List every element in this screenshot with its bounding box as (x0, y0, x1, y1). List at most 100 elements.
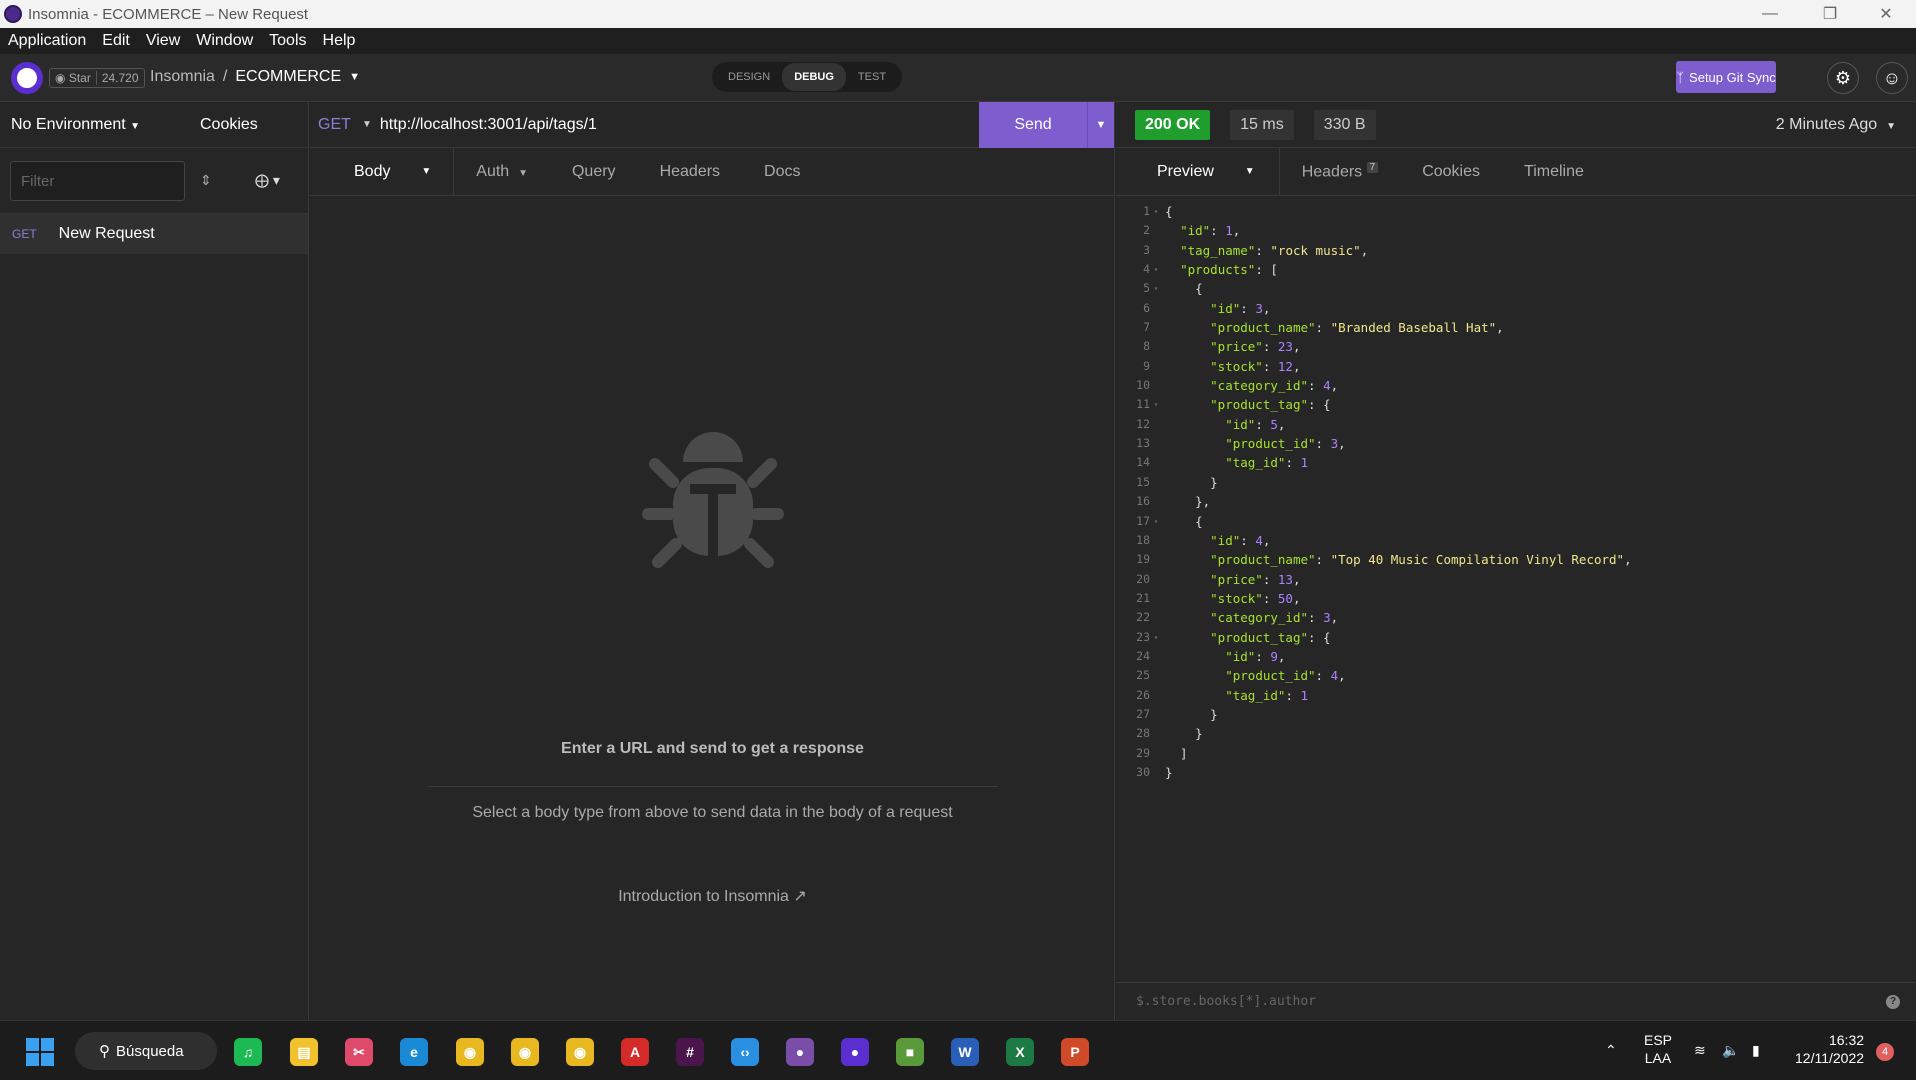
tab-auth[interactable]: Auth ▼ (454, 163, 550, 181)
sidebar-filter-input[interactable] (10, 161, 185, 201)
notification-badge[interactable]: 4 (1876, 1043, 1894, 1061)
menu-application[interactable]: Application (0, 32, 94, 50)
setup-git-sync-button[interactable]: ᛉ Setup Git Sync (1676, 61, 1776, 93)
line-number: 5 (1143, 281, 1150, 296)
line-number: 18 (1136, 532, 1150, 547)
tab-timeline[interactable]: Timeline (1502, 163, 1606, 181)
word-icon[interactable]: W (951, 1038, 979, 1066)
response-pane: 200 OK 15 ms 330 B 2 Minutes Ago ▼ Previ… (1116, 102, 1916, 1020)
line-number: 13 (1136, 436, 1150, 451)
tab-response-headers[interactable]: Headers 7 (1280, 161, 1401, 181)
chevron-down-icon[interactable]: ▼ (349, 71, 360, 83)
battery-icon[interactable]: ▮ (1752, 1041, 1760, 1059)
code-text: "product_name": "Branded Baseball Hat", (1210, 320, 1504, 336)
file-explorer-icon[interactable]: ▤ (290, 1038, 318, 1066)
line-number: 9 (1143, 358, 1150, 373)
menu-edit[interactable]: Edit (94, 32, 138, 50)
tab-test[interactable]: TEST (846, 63, 898, 91)
fold-toggle-icon[interactable]: ▾ (1150, 512, 1162, 531)
github-star-button[interactable]: ◉ Star 24.720 (49, 68, 145, 88)
tab-body[interactable]: Body ▼ (310, 147, 455, 196)
account-icon[interactable]: ☺ (1876, 62, 1908, 94)
fold-toggle-icon[interactable]: ▾ (1150, 279, 1162, 298)
wifi-icon[interactable]: ≋ (1694, 1041, 1706, 1059)
chrome-icon[interactable]: ◉ (566, 1038, 594, 1066)
environment-dropdown[interactable]: No Environment ▼ (0, 116, 200, 134)
snipping-tool-icon[interactable]: ✂ (345, 1038, 373, 1066)
breadcrumb-app[interactable]: Insomnia (150, 68, 215, 86)
send-options-chevron-icon[interactable]: ▼ (1087, 101, 1114, 148)
response-json-viewer[interactable]: 1 ▾{2 "id": 1, 3 "tag_name": "rock music",… (1116, 202, 1916, 782)
tab-debug[interactable]: DEBUG (782, 63, 846, 91)
sort-icon[interactable]: ⇕ (200, 172, 212, 189)
tab-response-cookies[interactable]: Cookies (1400, 163, 1502, 181)
excel-icon[interactable]: X (1006, 1038, 1034, 1066)
fold-toggle-icon (1150, 357, 1162, 376)
tab-preview[interactable]: Preview ▼ (1116, 147, 1280, 196)
code-text: "id": 3, (1210, 300, 1271, 316)
fold-toggle-icon (1150, 686, 1162, 705)
tab-docs[interactable]: Docs (742, 163, 822, 181)
menu-window[interactable]: Window (188, 32, 261, 50)
insomnia-logo-icon[interactable] (11, 62, 43, 94)
code-text: ] (1165, 745, 1188, 761)
fold-toggle-icon (1150, 473, 1162, 492)
tab-query[interactable]: Query (550, 163, 638, 181)
fold-toggle-icon[interactable]: ▾ (1150, 260, 1162, 279)
spotify-icon[interactable]: ♫ (234, 1038, 262, 1066)
tab-headers[interactable]: Headers (638, 163, 742, 181)
chevron-down-icon[interactable]: ▼ (362, 119, 380, 130)
fold-toggle-icon[interactable]: ▾ (1150, 202, 1162, 221)
menu-help[interactable]: Help (315, 32, 364, 50)
response-filter-input[interactable]: $.store.books[*].author ? (1116, 982, 1916, 1020)
clock[interactable]: 16:32 12/11/2022 (1795, 1031, 1864, 1067)
taskbar-search[interactable]: ⚲ Búsqueda (75, 1032, 217, 1070)
star-label: Star (68, 71, 91, 85)
acrobat-icon[interactable]: A (621, 1038, 649, 1066)
chrome-icon[interactable]: ◉ (511, 1038, 539, 1066)
breadcrumb-project[interactable]: ECOMMERCE (235, 68, 341, 86)
windows-taskbar: ⚲ Búsqueda ♫ ▤ ✂ e ◉ ◉ ◉ A # ‹› ● ● ■ W X P ⌃ ESP LAA ≋ 🔈… (0, 1020, 1916, 1080)
method-dropdown[interactable]: GET (310, 116, 362, 134)
request-name: New Request (58, 225, 155, 242)
code-line: 29 ] (1116, 744, 1916, 763)
slack-icon[interactable]: # (676, 1038, 704, 1066)
chevron-up-icon[interactable]: ⌃ (1605, 1041, 1617, 1059)
menu-tools[interactable]: Tools (261, 32, 314, 50)
windows-start-icon[interactable] (26, 1038, 54, 1066)
minimize-button[interactable]: — (1740, 0, 1800, 28)
add-request-button[interactable]: ⨁ ▾ (255, 172, 280, 189)
code-line: 21 "stock": 50, (1116, 589, 1916, 608)
code-line: 5 ▾ { (1116, 279, 1916, 298)
menu-view[interactable]: View (138, 32, 188, 50)
chrome-icon[interactable]: ◉ (456, 1038, 484, 1066)
edge-icon[interactable]: e (400, 1038, 428, 1066)
history-dropdown[interactable]: 2 Minutes Ago ▼ (1776, 116, 1916, 134)
intro-link[interactable]: Introduction to Insomnia ↗ (310, 886, 1115, 906)
code-text: "stock": 12, (1210, 358, 1301, 374)
fold-toggle-icon[interactable]: ▾ (1150, 395, 1162, 414)
code-text: } (1165, 474, 1218, 490)
powerpoint-icon[interactable]: P (1061, 1038, 1089, 1066)
insomnia-icon[interactable]: ● (841, 1038, 869, 1066)
volume-icon[interactable]: 🔈 (1722, 1041, 1739, 1059)
code-line: 25 "product_id": 4, (1116, 666, 1916, 685)
code-text: "stock": 50, (1210, 590, 1301, 606)
fold-toggle-icon[interactable]: ▾ (1150, 628, 1162, 647)
restore-button[interactable]: ❐ (1800, 0, 1860, 28)
code-text: "product_id": 3, (1225, 436, 1346, 452)
vscode-icon[interactable]: ‹› (731, 1038, 759, 1066)
line-number: 24 (1136, 648, 1150, 663)
settings-gear-icon[interactable]: ⚙ (1827, 62, 1859, 94)
github-desktop-icon[interactable]: ● (786, 1038, 814, 1066)
sidebar-request-item[interactable]: GET New Request (0, 214, 308, 254)
tab-design[interactable]: DESIGN (716, 63, 782, 91)
url-input[interactable]: http://localhost:3001/api/tags/1 (380, 116, 979, 134)
fold-toggle-icon (1150, 724, 1162, 743)
help-icon[interactable]: ? (1886, 995, 1900, 1009)
close-window-button[interactable]: ✕ (1856, 0, 1916, 28)
minecraft-icon[interactable]: ■ (896, 1038, 924, 1066)
send-button[interactable]: Send (979, 101, 1087, 148)
cookies-button[interactable]: Cookies (200, 116, 258, 134)
language-indicator[interactable]: ESP LAA (1644, 1031, 1672, 1067)
